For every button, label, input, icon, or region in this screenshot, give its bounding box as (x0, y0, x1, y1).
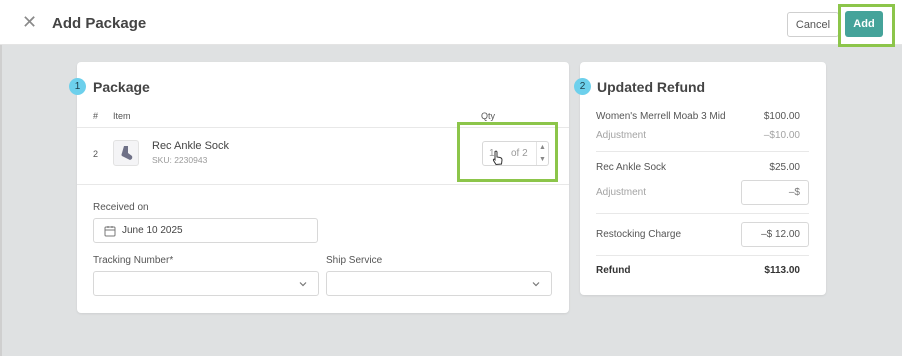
refund-line-value: $25.00 (769, 162, 800, 173)
refund-divider (596, 255, 809, 256)
restocking-charge-label: Restocking Charge (596, 229, 682, 240)
tracking-number-select[interactable] (93, 271, 319, 296)
adjustment-label: Adjustment (596, 130, 647, 141)
item-name: Rec Ankle Sock (152, 140, 230, 152)
row-divider (77, 184, 569, 185)
item-sku: SKU: 2230943 (152, 155, 208, 165)
chevron-down-icon (299, 282, 307, 287)
qty-max: of 2 (511, 148, 528, 159)
sock-thumbnail (113, 140, 139, 166)
received-on-label: Received on (93, 202, 149, 213)
step-badge-1: 1 (69, 78, 86, 95)
refund-divider (596, 151, 809, 152)
ship-service-label: Ship Service (326, 255, 383, 266)
received-date-value: June 10 2025 (122, 225, 183, 236)
chevron-down-icon[interactable]: ▼ (539, 156, 546, 163)
refund-divider (596, 213, 809, 214)
add-button[interactable]: Add (845, 11, 883, 37)
column-header-num: # (93, 111, 99, 121)
restocking-charge-input[interactable]: –$ 12.00 (741, 222, 809, 247)
received-date-field[interactable]: June 10 2025 (93, 218, 318, 243)
qty-spinner[interactable]: ▲ ▼ (536, 142, 548, 165)
step-badge-2: 2 (574, 78, 591, 95)
top-bar: ✕ Add Package Cancel Add (0, 0, 902, 47)
column-header-qty: Qty (481, 111, 496, 121)
column-header-item: Item (113, 111, 131, 121)
adjustment-input[interactable]: –$ (741, 180, 809, 205)
sock-icon (121, 146, 133, 160)
row-number: 2 (93, 149, 99, 159)
refund-line-label: Women's Merrell Moab 3 Mid (596, 111, 726, 122)
close-icon[interactable]: ✕ (22, 13, 38, 31)
tracking-number-label: Tracking Number* (93, 255, 174, 266)
refund-line-label: Rec Ankle Sock (596, 162, 667, 173)
refund-card: 2 Updated Refund Women's Merrell Moab 3 … (574, 62, 826, 295)
refund-title: Updated Refund (597, 79, 706, 95)
refund-line-value: $100.00 (763, 111, 800, 122)
chevron-down-icon (532, 282, 540, 287)
cancel-button[interactable]: Cancel (787, 12, 839, 37)
adjustment-value: –$10.00 (763, 130, 800, 141)
hand-cursor-icon (492, 150, 503, 166)
page-title: Add Package (52, 15, 147, 32)
refund-total-value: $113.00 (764, 265, 800, 276)
package-title: Package (93, 79, 150, 95)
left-edge-divider (0, 45, 2, 356)
refund-total-label: Refund (596, 265, 631, 276)
calendar-icon (104, 226, 116, 237)
chevron-up-icon[interactable]: ▲ (539, 144, 546, 151)
ship-service-select[interactable] (326, 271, 552, 296)
package-card: 1 Package # Item Qty 2 Rec Ankle Sock SK… (69, 62, 569, 313)
adjustment-label: Adjustment (596, 187, 647, 198)
